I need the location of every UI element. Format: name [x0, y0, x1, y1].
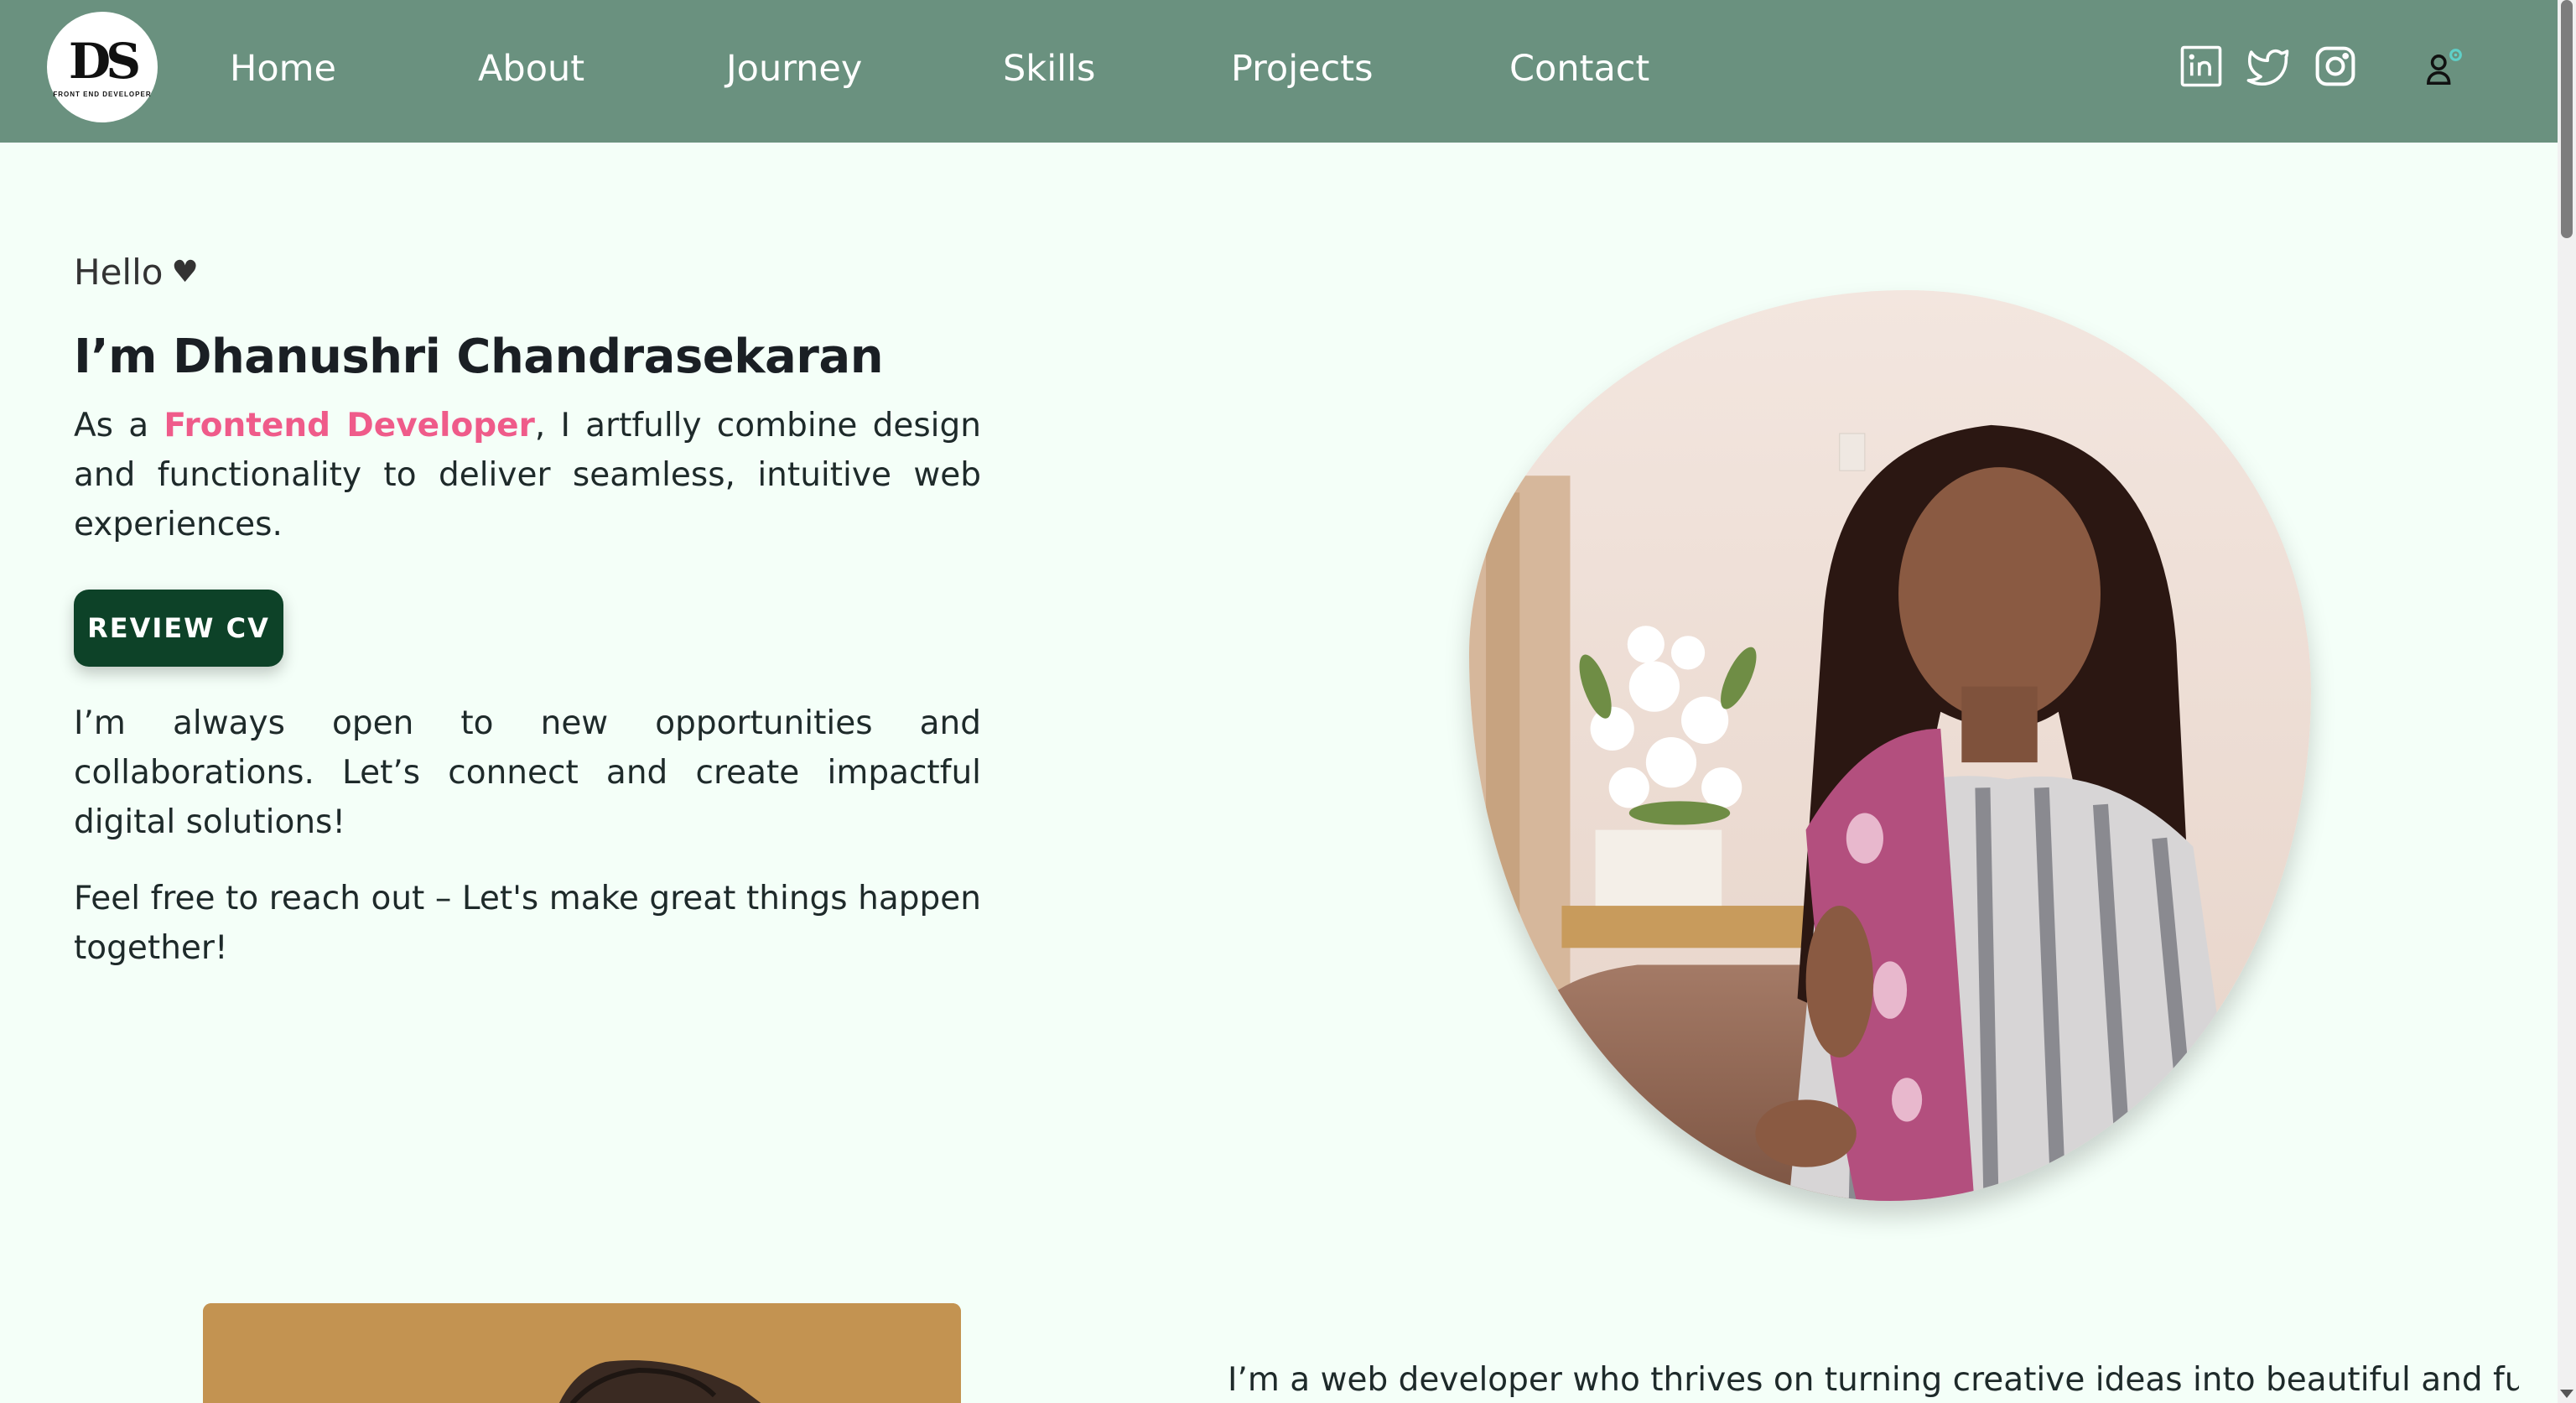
hero-greeting: Hello ♥ [74, 252, 981, 293]
nav-link-projects[interactable]: Projects [1231, 0, 1374, 138]
hero-paragraph-reach-out: Feel free to reach out – Let's make grea… [74, 880, 981, 967]
review-cv-button[interactable]: REVIEW CV [74, 590, 283, 667]
hero-section: Hello ♥ I’m Dhanushri Chandrasekaran As … [74, 252, 981, 973]
hero-name: I’m Dhanushri Chandrasekaran [74, 330, 884, 384]
twitter-icon[interactable] [2246, 44, 2291, 89]
scrollbar-thumb[interactable] [2561, 0, 2573, 238]
top-navbar: DS FRONT END DEVELOPER Home About Journe… [0, 0, 2558, 143]
hero-paragraph-collaborate: I’m always open to new opportunities and… [74, 704, 981, 841]
linkedin-icon[interactable] [2179, 44, 2224, 89]
heart-icon: ♥ [171, 255, 199, 289]
nav-link-skills[interactable]: Skills [1003, 0, 1095, 138]
about-portrait-image [203, 1303, 961, 1403]
hero-intro: As a Frontend Developer, I artfully comb… [74, 401, 981, 549]
nav-link-journey[interactable]: Journey [726, 0, 862, 138]
intro-role: Frontend Developer [164, 407, 535, 444]
nav-link-about[interactable]: About [478, 0, 584, 138]
greeting-text: Hello [74, 252, 164, 293]
nav-link-home[interactable]: Home [230, 0, 336, 138]
nav-links: Home About Journey Skills Projects Conta… [0, 0, 1761, 143]
page-scrollbar[interactable] [2558, 0, 2576, 1403]
about-intro-text: I’m a web developer who thrives on turni… [1228, 1361, 2519, 1399]
nav-link-contact[interactable]: Contact [1509, 0, 1649, 138]
scroll-down-arrow-icon[interactable] [2560, 1390, 2573, 1398]
hero-portrait [1469, 290, 2311, 1201]
intro-prefix: As a [74, 407, 164, 444]
instagram-icon[interactable] [2313, 44, 2358, 89]
user-settings-icon[interactable] [2422, 44, 2467, 89]
